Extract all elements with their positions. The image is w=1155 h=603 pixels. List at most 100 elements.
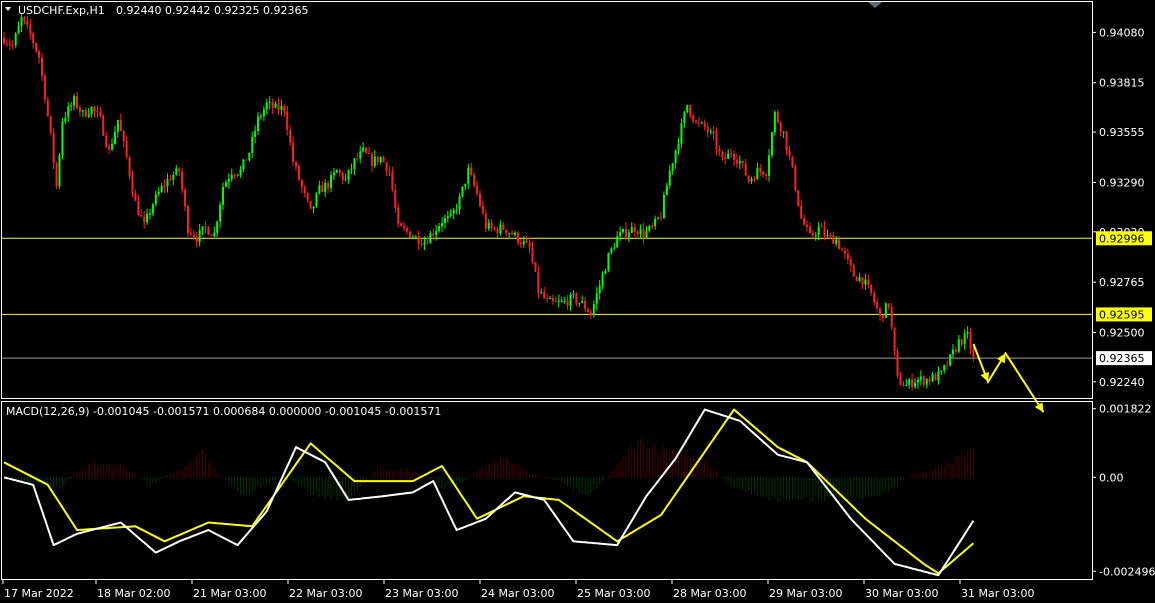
candle-body xyxy=(29,24,32,34)
candle-body xyxy=(528,242,531,248)
candle-body xyxy=(84,110,87,117)
candle-body xyxy=(265,102,268,110)
candle-body xyxy=(122,130,125,141)
candle-body xyxy=(660,217,662,219)
candle-body xyxy=(563,300,566,302)
candle xyxy=(61,117,64,160)
candle-body xyxy=(963,333,966,345)
candle-body xyxy=(140,214,143,217)
candle-body xyxy=(157,191,160,195)
candle-body xyxy=(245,159,248,161)
candle-body xyxy=(295,162,297,167)
candle-body xyxy=(864,279,867,285)
candle-body xyxy=(695,121,698,123)
candle-body xyxy=(636,232,639,235)
candle-body xyxy=(391,171,394,190)
candle-body xyxy=(619,232,622,237)
candle-body xyxy=(347,169,350,180)
candle-body xyxy=(916,379,919,383)
candle-body xyxy=(972,348,975,359)
price-tick-label: 0.93555 xyxy=(1099,126,1145,139)
candle-body xyxy=(712,131,715,134)
candle-body xyxy=(826,235,829,237)
candle-body xyxy=(248,152,251,161)
candle-body xyxy=(525,241,528,243)
candle-body xyxy=(642,228,645,238)
candle-body xyxy=(438,226,441,231)
price-tick-label: 0.94080 xyxy=(1099,26,1145,39)
candle-body xyxy=(490,222,493,228)
candle-body xyxy=(514,232,516,235)
candle-body xyxy=(762,171,765,175)
candle-body xyxy=(470,167,473,175)
candle-body xyxy=(811,232,814,236)
candle-body xyxy=(671,163,674,171)
candle-body xyxy=(274,103,277,108)
candle-body xyxy=(604,270,607,274)
candle-body xyxy=(102,115,105,136)
candle-body xyxy=(359,151,362,159)
candle-body xyxy=(703,122,706,127)
candle-body xyxy=(335,170,338,173)
candle-body xyxy=(32,33,35,44)
candle-body xyxy=(108,146,111,150)
candle-body xyxy=(166,179,169,187)
candle-body xyxy=(613,247,616,249)
candle-body xyxy=(423,242,426,245)
candle-body xyxy=(487,222,490,229)
candle-body xyxy=(353,158,356,169)
candle-body xyxy=(887,303,890,307)
candle-body xyxy=(464,183,467,187)
candle-body xyxy=(324,182,327,193)
candle xyxy=(52,128,55,170)
candle-body xyxy=(803,218,806,225)
candle-body xyxy=(338,170,341,174)
candle-body xyxy=(321,185,324,193)
candle-body xyxy=(198,230,201,242)
candle-body xyxy=(160,185,163,192)
candle-body xyxy=(741,161,744,164)
candle-body xyxy=(665,185,668,195)
candle xyxy=(662,191,665,219)
candle xyxy=(315,192,318,208)
candle-body xyxy=(216,221,219,233)
candle-body xyxy=(262,109,265,117)
candle-body xyxy=(587,309,589,313)
candle-body xyxy=(893,327,896,351)
candle-body xyxy=(251,136,254,153)
candle-body xyxy=(163,185,166,187)
candle-body xyxy=(861,277,864,285)
candle-body xyxy=(627,232,630,237)
candle-body xyxy=(40,57,43,76)
candle-body xyxy=(791,156,794,167)
macd-label: MACD(12,26,9) -0.001045 -0.001571 0.0006… xyxy=(6,405,441,418)
candle-body xyxy=(204,226,207,228)
candle-body xyxy=(735,160,738,164)
candle xyxy=(43,73,46,104)
symbol-label: USDCHF.Exp,H1 xyxy=(18,4,105,17)
candle-body xyxy=(420,243,423,245)
time-tick-label: 25 Mar 03:00 xyxy=(577,587,650,600)
candle-body xyxy=(458,196,461,210)
candle xyxy=(58,152,61,189)
candle-body xyxy=(417,236,420,244)
candle-body xyxy=(283,105,286,112)
candle-body xyxy=(201,226,204,231)
candle-body xyxy=(899,376,902,385)
candle-body xyxy=(724,157,727,159)
candle-body xyxy=(546,297,549,299)
candle-body xyxy=(73,96,76,106)
candle-body xyxy=(154,194,157,205)
candle-body xyxy=(954,349,957,352)
candle-body xyxy=(689,104,692,116)
candle-body xyxy=(785,131,788,151)
candle-body xyxy=(846,253,849,260)
candle-body xyxy=(181,171,184,190)
candle-body xyxy=(768,155,771,176)
candle-body xyxy=(756,167,759,180)
candle-body xyxy=(411,237,414,239)
candle-body xyxy=(35,43,38,52)
candle xyxy=(55,162,58,189)
candle xyxy=(686,104,689,114)
candle-body xyxy=(662,194,665,219)
